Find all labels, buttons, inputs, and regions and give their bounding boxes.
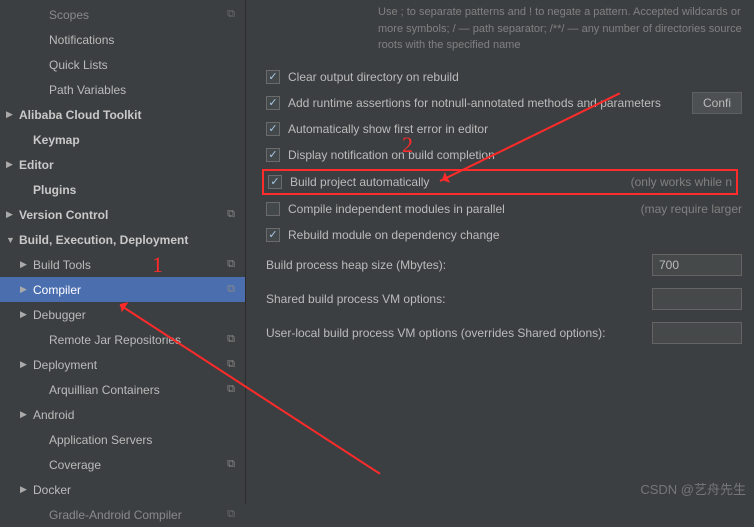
- checkbox[interactable]: [266, 96, 280, 110]
- option-hint: (only works while n: [611, 175, 732, 189]
- sidebar-item-compiler[interactable]: ▶Compiler⧉: [0, 277, 245, 302]
- checkbox[interactable]: [266, 122, 280, 136]
- configure-button[interactable]: Confi: [692, 92, 742, 114]
- user-vm-options-input[interactable]: [652, 322, 742, 344]
- option-label: Display notification on build completion: [288, 148, 495, 162]
- option-label: Add runtime assertions for notnull-annot…: [288, 96, 661, 110]
- heap-size-input[interactable]: [652, 254, 742, 276]
- checkbox[interactable]: [266, 228, 280, 242]
- option-row: Display notification on build completion: [258, 142, 742, 168]
- sidebar-item-deployment[interactable]: ▶Deployment⧉: [0, 352, 245, 377]
- sidebar-item-label: Scopes: [49, 8, 245, 22]
- sidebar-item-android[interactable]: ▶Android: [0, 402, 245, 427]
- option-label: Automatically show first error in editor: [288, 122, 488, 136]
- sidebar-item-keymap[interactable]: ▶Keymap: [0, 127, 245, 152]
- expand-arrow-icon: ▶: [6, 209, 16, 220]
- sidebar-item-label: Gradle-Android Compiler: [49, 508, 245, 522]
- sidebar-item-label: Notifications: [49, 33, 245, 47]
- option-row: Clear output directory on rebuild: [258, 64, 742, 90]
- sidebar-item-alibaba-cloud-toolkit[interactable]: ▶Alibaba Cloud Toolkit: [0, 102, 245, 127]
- checkbox[interactable]: [266, 202, 280, 216]
- project-scope-icon: ⧉: [227, 258, 235, 271]
- sidebar-item-coverage[interactable]: ▶Coverage⧉: [0, 452, 245, 477]
- option-row: Compile independent modules in parallel (…: [258, 196, 742, 222]
- heap-size-label: Build process heap size (Mbytes):: [266, 258, 652, 272]
- sidebar-item-label: Arquillian Containers: [49, 383, 245, 397]
- project-scope-icon: ⧉: [227, 8, 235, 21]
- expand-arrow-icon: ▶: [6, 109, 16, 120]
- option-label: Clear output directory on rebuild: [288, 70, 459, 84]
- expand-arrow-icon: ▶: [6, 159, 16, 170]
- option-row: Add runtime assertions for notnull-annot…: [258, 90, 742, 116]
- sidebar-item-application-servers[interactable]: ▶Application Servers: [0, 427, 245, 452]
- sidebar-item-label: Remote Jar Repositories: [49, 333, 245, 347]
- sidebar-item-version-control[interactable]: ▶Version Control⧉: [0, 202, 245, 227]
- sidebar-item-docker[interactable]: ▶Docker: [0, 477, 245, 502]
- pattern-help-text: Use ; to separate patterns and ! to nega…: [258, 0, 742, 64]
- sidebar-item-editor[interactable]: ▶Editor: [0, 152, 245, 177]
- project-scope-icon: ⧉: [227, 458, 235, 471]
- sidebar-item-label: Plugins: [33, 183, 245, 197]
- sidebar-item-plugins[interactable]: ▶Plugins: [0, 177, 245, 202]
- project-scope-icon: ⧉: [227, 333, 235, 346]
- compiler-settings-panel: Use ; to separate patterns and ! to nega…: [246, 0, 754, 504]
- checkbox[interactable]: [268, 175, 282, 189]
- user-vm-options-label: User-local build process VM options (ove…: [266, 326, 652, 340]
- sidebar-item-label: Docker: [33, 483, 245, 497]
- expand-arrow-icon: ▶: [20, 259, 30, 270]
- option-label: Rebuild module on dependency change: [288, 228, 500, 242]
- settings-sidebar: ▶Scopes⧉▶Notifications▶Quick Lists▶Path …: [0, 0, 246, 504]
- shared-vm-options-input[interactable]: [652, 288, 742, 310]
- shared-vm-options-label: Shared build process VM options:: [266, 292, 652, 306]
- option-row: Automatically show first error in editor: [258, 116, 742, 142]
- sidebar-item-scopes[interactable]: ▶Scopes⧉: [0, 2, 245, 27]
- sidebar-item-notifications[interactable]: ▶Notifications: [0, 27, 245, 52]
- project-scope-icon: ⧉: [227, 208, 235, 221]
- option-label: Build project automatically: [290, 175, 429, 189]
- sidebar-item-label: Version Control: [19, 208, 245, 222]
- project-scope-icon: ⧉: [227, 383, 235, 396]
- sidebar-item-label: Keymap: [33, 133, 245, 147]
- sidebar-item-path-variables[interactable]: ▶Path Variables: [0, 77, 245, 102]
- checkbox[interactable]: [266, 148, 280, 162]
- project-scope-icon: ⧉: [227, 358, 235, 371]
- sidebar-item-debugger[interactable]: ▶Debugger: [0, 302, 245, 327]
- checkbox[interactable]: [266, 70, 280, 84]
- project-scope-icon: ⧉: [227, 283, 235, 296]
- sidebar-item-label: Path Variables: [49, 83, 245, 97]
- sidebar-item-arquillian-containers[interactable]: ▶Arquillian Containers⧉: [0, 377, 245, 402]
- sidebar-item-label: Quick Lists: [49, 58, 245, 72]
- option-row: Rebuild module on dependency change: [258, 222, 742, 248]
- option-row: Build project automatically (only works w…: [262, 169, 738, 195]
- expand-arrow-icon: ▼: [6, 235, 16, 245]
- sidebar-item-build-tools[interactable]: ▶Build Tools⧉: [0, 252, 245, 277]
- expand-arrow-icon: ▶: [20, 359, 30, 370]
- sidebar-item-label: Application Servers: [49, 433, 245, 447]
- sidebar-item-label: Build, Execution, Deployment: [19, 233, 245, 247]
- expand-arrow-icon: ▶: [20, 284, 30, 295]
- sidebar-item-gradle-android-compiler[interactable]: ▶Gradle-Android Compiler⧉: [0, 502, 245, 527]
- sidebar-item-label: Editor: [19, 158, 245, 172]
- sidebar-item-build-execution-deployment[interactable]: ▼Build, Execution, Deployment: [0, 227, 245, 252]
- sidebar-item-label: Deployment: [33, 358, 245, 372]
- option-label: Compile independent modules in parallel: [288, 202, 505, 216]
- expand-arrow-icon: ▶: [20, 409, 30, 420]
- sidebar-item-label: Alibaba Cloud Toolkit: [19, 108, 245, 122]
- expand-arrow-icon: ▶: [20, 309, 30, 320]
- project-scope-icon: ⧉: [227, 508, 235, 521]
- sidebar-item-label: Build Tools: [33, 258, 245, 272]
- sidebar-item-label: Debugger: [33, 308, 245, 322]
- sidebar-item-remote-jar-repositories[interactable]: ▶Remote Jar Repositories⧉: [0, 327, 245, 352]
- sidebar-item-label: Coverage: [49, 458, 245, 472]
- option-hint: (may require larger: [621, 202, 742, 216]
- sidebar-item-label: Compiler: [33, 283, 245, 297]
- sidebar-item-label: Android: [33, 408, 245, 422]
- sidebar-item-quick-lists[interactable]: ▶Quick Lists: [0, 52, 245, 77]
- expand-arrow-icon: ▶: [20, 484, 30, 495]
